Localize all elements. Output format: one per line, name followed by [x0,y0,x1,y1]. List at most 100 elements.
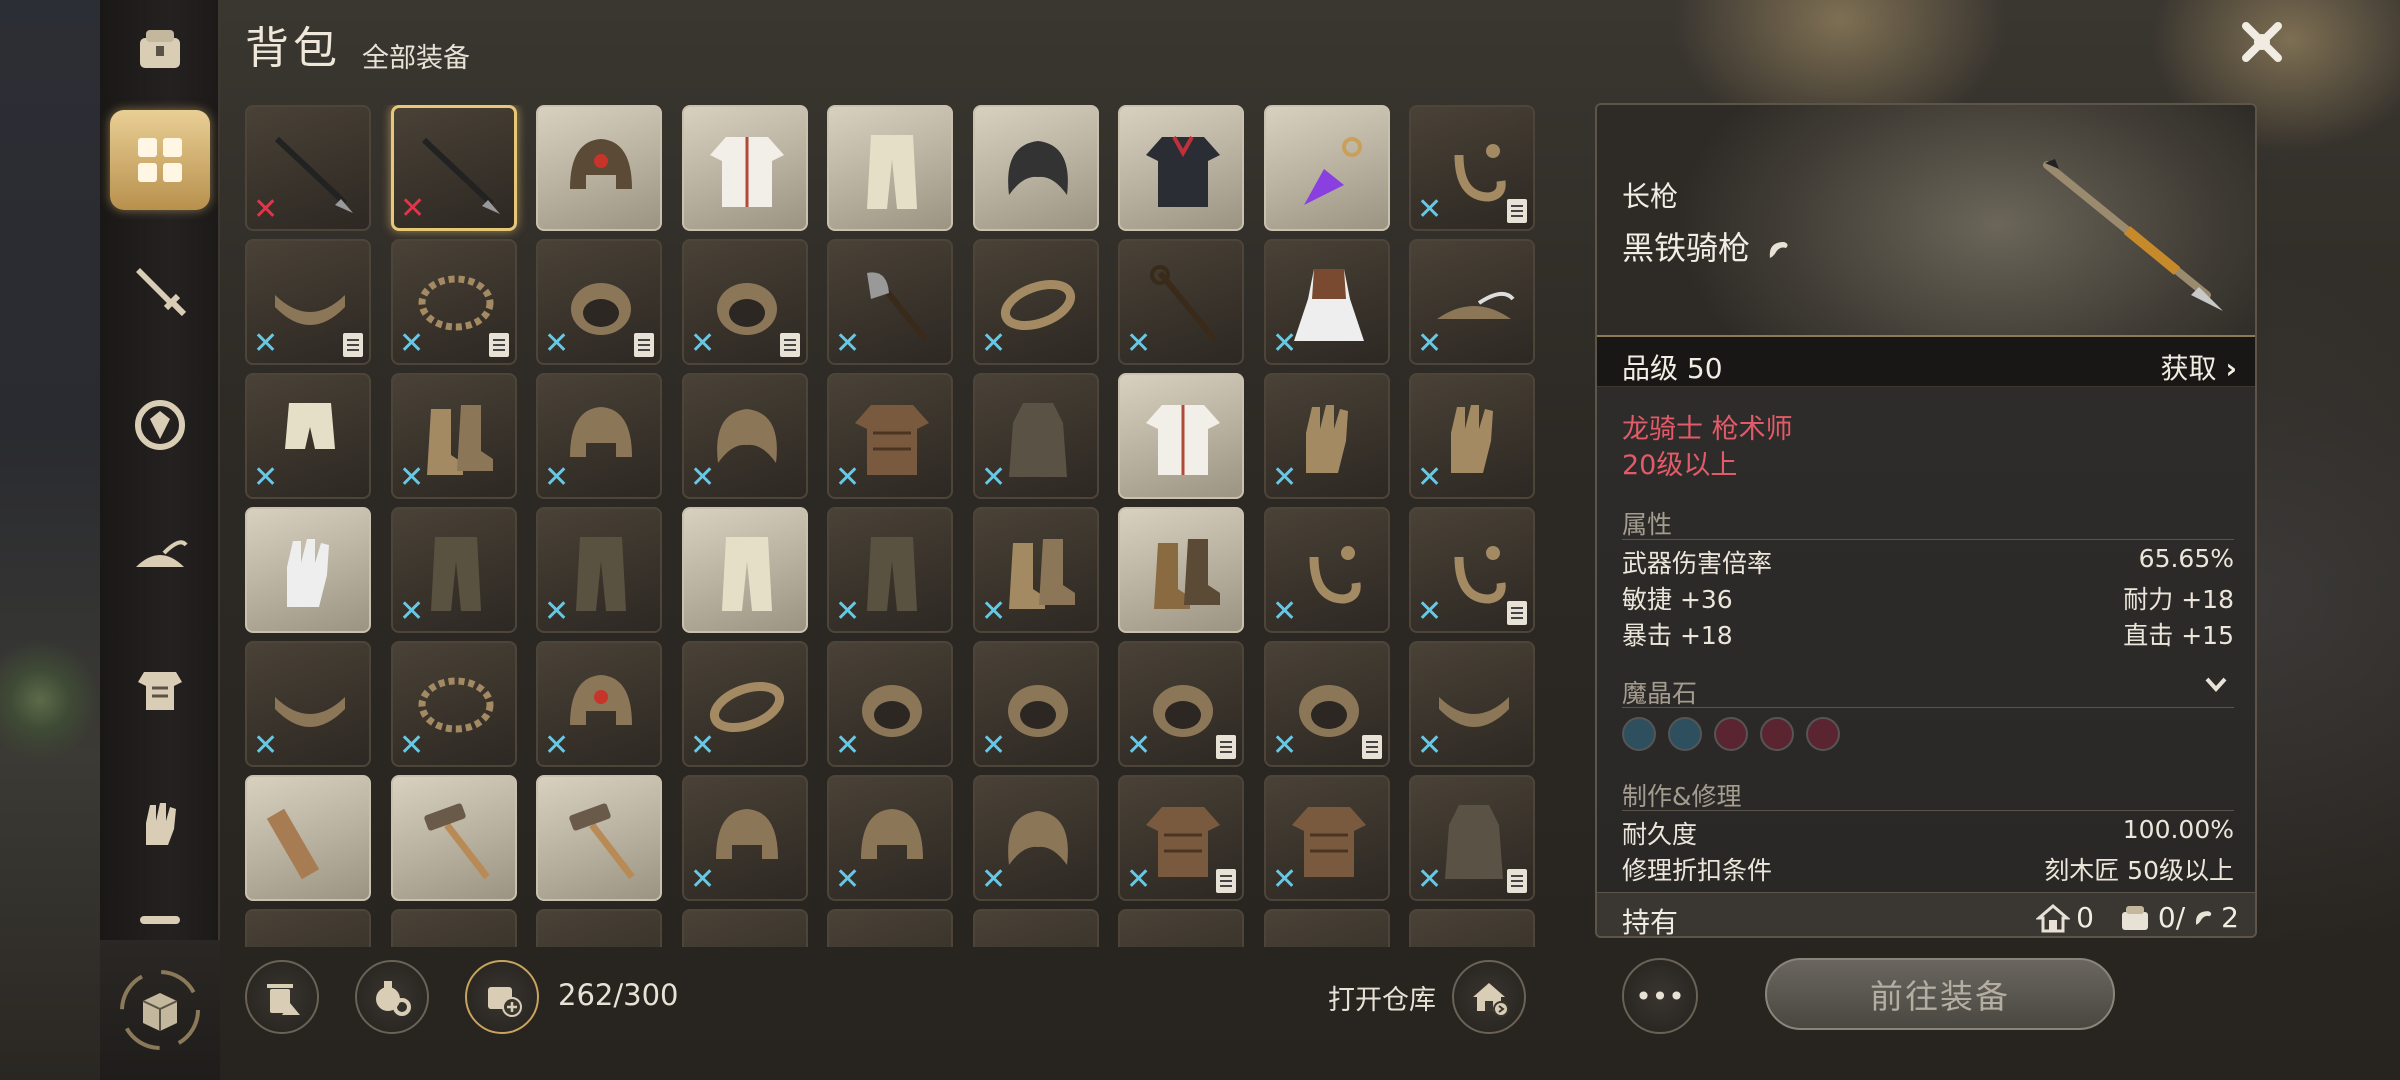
inventory-slot[interactable]: ✕ [1409,373,1535,499]
inventory-slot[interactable]: ✕ [827,641,953,767]
inventory-slot[interactable]: ✕ [391,507,517,633]
inventory-slot[interactable]: ✕ [973,641,1099,767]
hat-icon[interactable] [110,505,210,605]
inventory-slot[interactable]: ✕ [827,507,953,633]
inventory-slot[interactable]: ✕ [1264,775,1390,901]
more-options-button[interactable]: ••• [1622,958,1698,1034]
discard-button[interactable] [245,960,319,1034]
inventory-slot[interactable] [682,909,808,947]
bag-chest-icon[interactable] [110,0,210,100]
inventory-slot[interactable]: ✕ [973,507,1099,633]
class-mismatch-x-icon: ✕ [981,594,1007,629]
inventory-slot[interactable] [1118,373,1244,499]
inventory-slot[interactable]: ✕ [827,373,953,499]
inventory-slot[interactable]: ✕ [1264,239,1390,365]
inventory-slot[interactable]: ✕ [827,239,953,365]
inventory-slot[interactable]: ✕ [1409,507,1535,633]
inventory-slot[interactable]: ✕ [682,373,808,499]
decompose-button[interactable] [355,960,429,1034]
inventory-slot[interactable] [1118,507,1244,633]
background-plant [0,640,110,760]
gem-slot[interactable] [1622,717,1656,751]
shield-icon[interactable] [110,375,210,475]
class-mismatch-x-icon: ✕ [544,326,570,361]
gauntlet-icon[interactable] [110,775,210,875]
inventory-slot[interactable]: ✕ [973,239,1099,365]
inventory-slot[interactable] [1118,105,1244,231]
inventory-slot[interactable]: ✕ [1409,239,1535,365]
inventory-slot[interactable]: ✕ [1118,775,1244,901]
document-icon [634,333,654,357]
inventory-slot[interactable]: ✕ [536,641,662,767]
obtain-link[interactable]: 获取 › [2161,347,2237,387]
inventory-slot[interactable]: ✕ [827,775,953,901]
inventory-slot[interactable]: ✕ [973,775,1099,901]
inventory-slot[interactable]: ✕ [245,641,371,767]
inventory-slot[interactable]: ✕ [536,373,662,499]
inventory-slot[interactable] [536,909,662,947]
open-warehouse-label[interactable]: 打开仓库 [1328,978,1436,1017]
inventory-slot[interactable]: ✕ [536,239,662,365]
inventory-slot[interactable] [1264,105,1390,231]
robe-icon [1009,403,1067,477]
inventory-slot[interactable] [391,775,517,901]
inventory-slot[interactable] [682,105,808,231]
helmet-icon [861,809,923,859]
pants-icon [867,537,917,611]
inventory-slot[interactable]: ✕ [973,373,1099,499]
sword-icon[interactable] [110,240,210,340]
inventory-slot[interactable] [973,105,1099,231]
inventory-slot[interactable] [536,105,662,231]
sidebar-more-icon[interactable] [110,900,210,940]
inventory-slot[interactable]: ✕ [682,775,808,901]
inventory-slot[interactable] [1264,909,1390,947]
close-icon[interactable] [2232,12,2292,72]
inventory-slot[interactable] [973,909,1099,947]
class-mismatch-x-icon: ✕ [544,728,570,763]
inventory-slot[interactable]: ✕ [536,507,662,633]
inventory-slot[interactable]: ✕ [682,239,808,365]
inventory-slot[interactable]: ✕ [1409,105,1535,231]
inventory-slot[interactable] [827,909,953,947]
inventory-slot[interactable]: ✕ [391,105,517,231]
inventory-slot[interactable]: ✕ [1118,239,1244,365]
bracelet-icon [709,681,785,733]
inventory-slot[interactable] [682,507,808,633]
inventory-slot[interactable]: ✕ [1264,641,1390,767]
gem-expand-chevron-icon[interactable] [2201,669,2231,699]
inventory-slot[interactable] [827,105,953,231]
inventory-slot[interactable]: ✕ [1264,373,1390,499]
inventory-slot[interactable] [536,775,662,901]
inventory-slot[interactable]: ✕ [391,641,517,767]
expand-bag-button[interactable] [465,960,539,1034]
inventory-slot[interactable] [245,775,371,901]
inventory-slot[interactable]: ✕ [1409,641,1535,767]
inventory-slot[interactable]: ✕ [682,641,808,767]
inventory-slot[interactable] [1409,909,1535,947]
gem-slot[interactable] [1668,717,1702,751]
inventory-slot[interactable]: ✕ [1264,507,1390,633]
gem-slot[interactable] [1806,717,1840,751]
inventory-slot[interactable]: ✕ [245,105,371,231]
class-mismatch-x-icon: ✕ [544,594,570,629]
document-icon [1216,869,1236,893]
gem-slot[interactable] [1714,717,1748,751]
gem-slot[interactable] [1760,717,1794,751]
inventory-slot[interactable]: ✕ [391,373,517,499]
open-warehouse-button[interactable] [1452,960,1526,1034]
armor-icon[interactable] [110,640,210,740]
inventory-slot[interactable] [391,909,517,947]
package-swap-button[interactable] [100,940,220,1080]
go-equip-button[interactable]: 前往装备 [1765,958,2115,1030]
inventory-slot[interactable]: ✕ [245,373,371,499]
owned-row: 持有 0 0/ 2 [1597,892,2255,936]
inventory-slot[interactable]: ✕ [245,239,371,365]
inventory-slot[interactable]: ✕ [1118,641,1244,767]
inventory-slot[interactable] [245,909,371,947]
inventory-slot[interactable]: ✕ [1409,775,1535,901]
inventory-slot[interactable] [245,507,371,633]
grid-all-icon[interactable] [110,110,210,210]
hood-icon [1008,811,1068,865]
inventory-slot[interactable] [1118,909,1244,947]
inventory-slot[interactable]: ✕ [391,239,517,365]
